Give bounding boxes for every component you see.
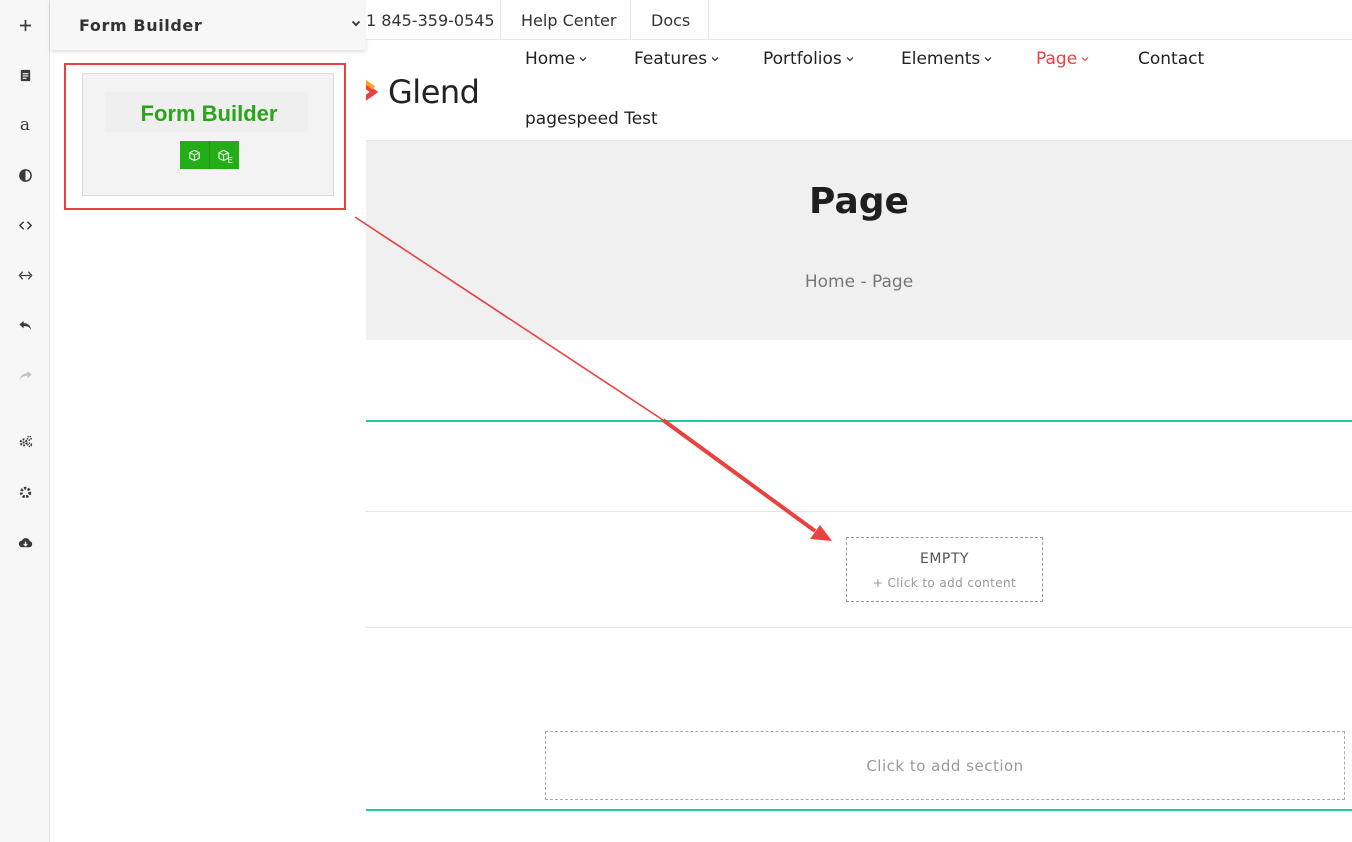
widget-name: Form Builder bbox=[140, 101, 278, 126]
font-icon[interactable]: a bbox=[0, 110, 50, 140]
page-banner: Page Home - Page bbox=[366, 141, 1352, 340]
nav-label: Contact bbox=[1138, 49, 1205, 69]
nav-features[interactable]: Features bbox=[634, 49, 719, 69]
widget-actions: E bbox=[180, 141, 239, 169]
nav-label: Elements bbox=[901, 49, 981, 69]
form-builder-widget[interactable]: Form Builder E bbox=[82, 73, 334, 196]
widget-edit-sub: E bbox=[227, 156, 233, 165]
nav-contact[interactable]: Contact bbox=[1138, 49, 1204, 69]
chevron-down-icon bbox=[984, 57, 992, 62]
breadcrumb-current: Page bbox=[872, 272, 914, 292]
nav-label: Portfolios bbox=[763, 49, 842, 69]
site-logo[interactable]: Glend bbox=[366, 70, 480, 114]
nav-portfolios[interactable]: Portfolios bbox=[763, 49, 854, 69]
page-icon[interactable] bbox=[0, 60, 50, 90]
nav-page[interactable]: Page bbox=[1036, 49, 1089, 69]
add-icon[interactable] bbox=[0, 10, 50, 40]
nav-label: Page bbox=[1036, 49, 1078, 69]
breadcrumb-separator: - bbox=[860, 272, 867, 292]
code-icon[interactable] bbox=[0, 210, 50, 240]
gear-icon[interactable] bbox=[0, 477, 50, 507]
logo-text: Glend bbox=[388, 73, 480, 111]
empty-title: EMPTY bbox=[920, 551, 969, 567]
cube-icon bbox=[189, 149, 200, 161]
section-boundary-line bbox=[366, 420, 1352, 422]
topbar-divider bbox=[500, 0, 501, 40]
cloud-download-icon[interactable] bbox=[0, 527, 50, 557]
row-divider bbox=[366, 627, 1352, 628]
left-toolbar: a bbox=[0, 0, 50, 842]
chevron-down-icon[interactable] bbox=[350, 17, 362, 29]
panel-header[interactable]: Form Builder bbox=[50, 0, 366, 50]
nav-pagespeed-test[interactable]: pagespeed Test bbox=[525, 109, 658, 129]
widget-insert-button[interactable] bbox=[180, 141, 209, 169]
row-divider bbox=[366, 511, 1352, 512]
nav-label: Features bbox=[634, 49, 708, 69]
logo-mark-icon bbox=[366, 74, 380, 110]
chevron-down-icon bbox=[711, 57, 719, 62]
widget-edit-button[interactable]: E bbox=[209, 141, 238, 169]
chevron-down-icon bbox=[846, 57, 854, 62]
chevron-down-icon bbox=[1081, 57, 1089, 62]
topbar-divider bbox=[708, 0, 709, 40]
topbar-phone[interactable]: 1 845-359-0545 bbox=[366, 0, 495, 40]
resize-horizontal-icon[interactable] bbox=[0, 260, 50, 290]
topbar-help-center[interactable]: Help Center bbox=[521, 0, 616, 40]
section-boundary-line bbox=[366, 809, 1352, 811]
empty-content-placeholder[interactable]: EMPTY + Click to add content bbox=[846, 537, 1043, 602]
breadcrumb-home-link[interactable]: Home bbox=[805, 272, 855, 292]
breadcrumb: Home - Page bbox=[366, 272, 1352, 292]
site-topbar: 1 845-359-0545 Help Center Docs bbox=[366, 0, 1352, 40]
topbar-docs[interactable]: Docs bbox=[651, 0, 690, 40]
nav-label: pagespeed Test bbox=[525, 109, 658, 129]
settings-group-icon[interactable] bbox=[0, 426, 50, 456]
undo-icon[interactable] bbox=[0, 310, 50, 340]
panel-title: Form Builder bbox=[79, 15, 203, 35]
widget-panel: Form Builder Form Builder E bbox=[50, 0, 366, 842]
nav-label: Home bbox=[525, 49, 576, 69]
nav-home[interactable]: Home bbox=[525, 49, 587, 69]
nav-elements[interactable]: Elements bbox=[901, 49, 992, 69]
page-builder-screen: a Form Builder Form Builder E 1 845-359-… bbox=[0, 0, 1352, 842]
contrast-icon[interactable] bbox=[0, 160, 50, 190]
add-content-hint: + Click to add content bbox=[872, 576, 1017, 590]
page-title: Page bbox=[809, 181, 909, 222]
topbar-divider bbox=[630, 0, 631, 40]
chevron-down-icon bbox=[579, 57, 587, 62]
redo-icon[interactable] bbox=[0, 360, 50, 390]
add-section-button[interactable]: Click to add section bbox=[545, 731, 1345, 800]
